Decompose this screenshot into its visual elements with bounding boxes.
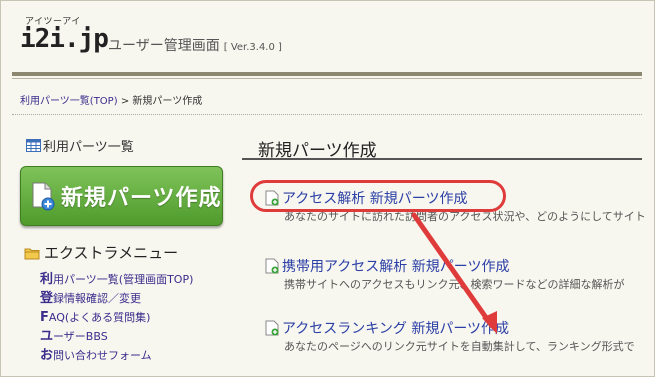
annotation-arrow (411, 212, 497, 334)
